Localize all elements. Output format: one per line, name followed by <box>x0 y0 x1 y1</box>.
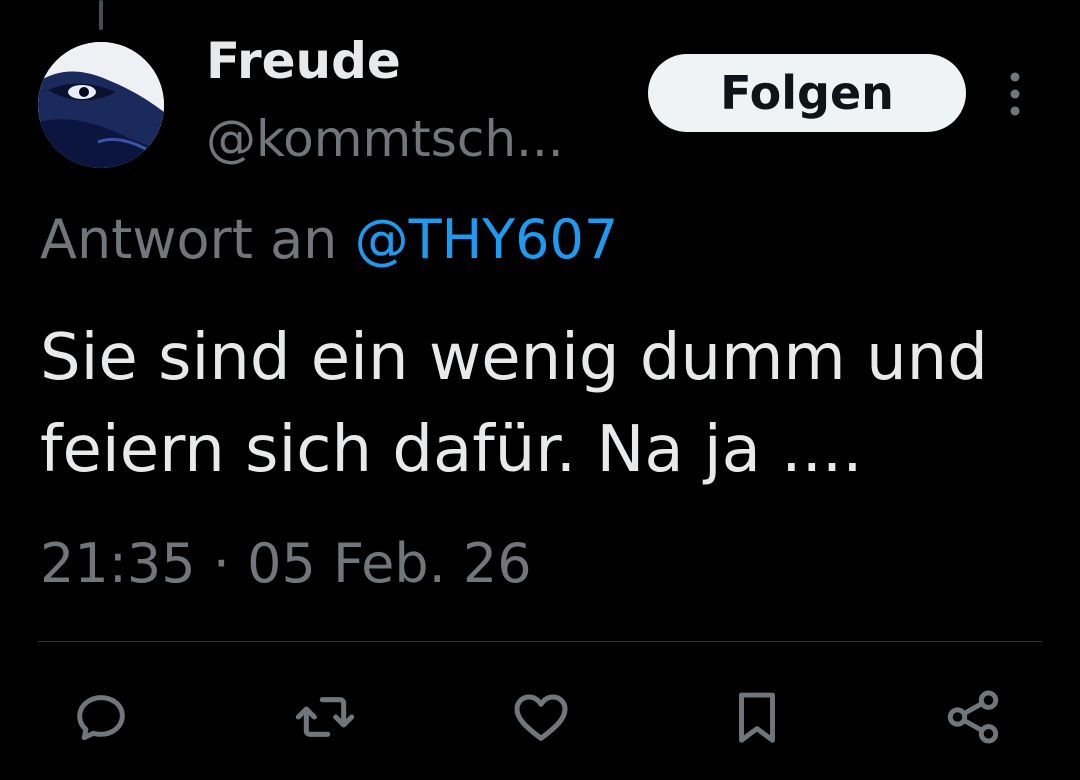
like-button[interactable] <box>506 682 576 752</box>
reply-button[interactable] <box>66 682 136 752</box>
follow-button[interactable]: Folgen <box>648 54 966 132</box>
retweet-button[interactable] <box>290 682 360 752</box>
bookmark-icon <box>739 692 775 743</box>
divider <box>38 641 1042 642</box>
reply-icon <box>77 695 125 741</box>
retweet-icon <box>295 697 355 737</box>
thread-connector-line <box>99 0 103 30</box>
heart-icon <box>514 694 568 741</box>
author-handle[interactable]: @kommtsch... <box>206 110 564 168</box>
avatar[interactable] <box>38 42 164 168</box>
reply-mention-link[interactable]: @THY607 <box>355 208 619 271</box>
more-vertical-icon <box>1010 72 1020 116</box>
tweet-text: Sie sind ein wenig dumm und feiern sich … <box>40 321 988 487</box>
reply-prefix: Antwort an <box>40 208 338 271</box>
more-options-button[interactable] <box>1000 66 1030 122</box>
author-display-name[interactable]: Freude <box>206 32 401 90</box>
avatar-image <box>38 42 164 168</box>
share-icon <box>947 690 999 744</box>
bookmark-button[interactable] <box>722 682 792 752</box>
share-button[interactable] <box>938 682 1008 752</box>
reply-context: Antwort an @THY607 <box>40 208 618 271</box>
tweet-timestamp[interactable]: 21:35 · 05 Feb. 26 <box>40 532 532 595</box>
